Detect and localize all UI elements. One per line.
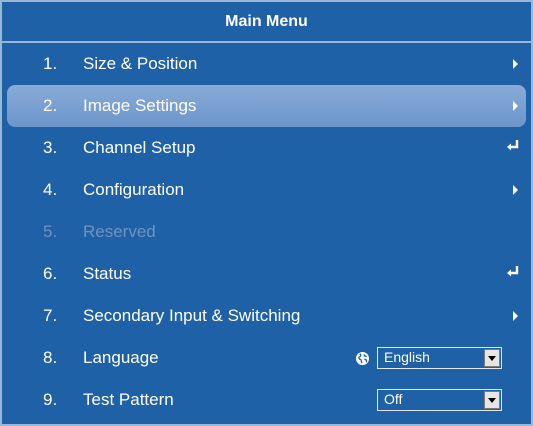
menu-item-number: 6. xyxy=(43,264,58,283)
menu-item-size-position[interactable]: 1. Size & Position xyxy=(7,43,526,85)
menu-item-number: 8. xyxy=(43,348,58,367)
enter-icon xyxy=(507,266,519,277)
menu-item-label: Image Settings xyxy=(83,96,197,115)
menu-item-language[interactable]: 8. Language English xyxy=(7,337,526,379)
language-select[interactable]: English xyxy=(377,347,502,369)
menu-item-label: Secondary Input & Switching xyxy=(83,306,301,325)
menu-item-label: Size & Position xyxy=(83,54,198,73)
menu-item-status[interactable]: 6. Status xyxy=(7,253,526,295)
menu-item-number: 4. xyxy=(43,180,58,199)
test-pattern-select-value: Off xyxy=(384,391,403,407)
main-menu: Main Menu 1. Size & Position 2. Image Se… xyxy=(0,0,533,426)
menu-list: 1. Size & Position 2. Image Settings 3. … xyxy=(2,43,531,421)
menu-item-label: Status xyxy=(83,264,132,283)
menu-item-label: Test Pattern xyxy=(83,390,174,409)
menu-item-number: 1. xyxy=(43,54,58,73)
menu-item-number: 9. xyxy=(43,390,58,409)
menu-title: Main Menu xyxy=(2,2,531,41)
menu-item-channel-setup[interactable]: 3. Channel Setup xyxy=(7,127,526,169)
menu-item-test-pattern[interactable]: 9. Test Pattern Off xyxy=(7,379,526,421)
language-select-value: English xyxy=(384,349,430,365)
chevron-down-icon[interactable] xyxy=(484,349,500,367)
test-pattern-select[interactable]: Off xyxy=(377,389,502,411)
enter-icon xyxy=(507,140,519,151)
menu-item-number: 2. xyxy=(43,96,58,115)
menu-item-secondary-input-switching[interactable]: 7. Secondary Input & Switching xyxy=(7,295,526,337)
globe-icon xyxy=(355,351,370,366)
menu-item-image-settings[interactable]: 2. Image Settings xyxy=(7,85,526,127)
menu-item-label: Reserved xyxy=(83,222,156,241)
menu-item-reserved: 5. Reserved xyxy=(7,211,526,253)
menu-item-configuration[interactable]: 4. Configuration xyxy=(7,169,526,211)
chevron-down-icon[interactable] xyxy=(484,391,500,409)
menu-item-number: 5. xyxy=(43,222,58,241)
menu-item-number: 7. xyxy=(43,306,58,325)
menu-item-label: Configuration xyxy=(83,180,185,199)
submenu-arrow-icon xyxy=(513,311,518,321)
submenu-arrow-icon xyxy=(513,101,518,111)
menu-item-label: Language xyxy=(83,348,159,367)
submenu-arrow-icon xyxy=(513,185,518,195)
submenu-arrow-icon xyxy=(513,59,518,69)
menu-item-number: 3. xyxy=(43,138,58,157)
menu-item-label: Channel Setup xyxy=(83,138,196,157)
